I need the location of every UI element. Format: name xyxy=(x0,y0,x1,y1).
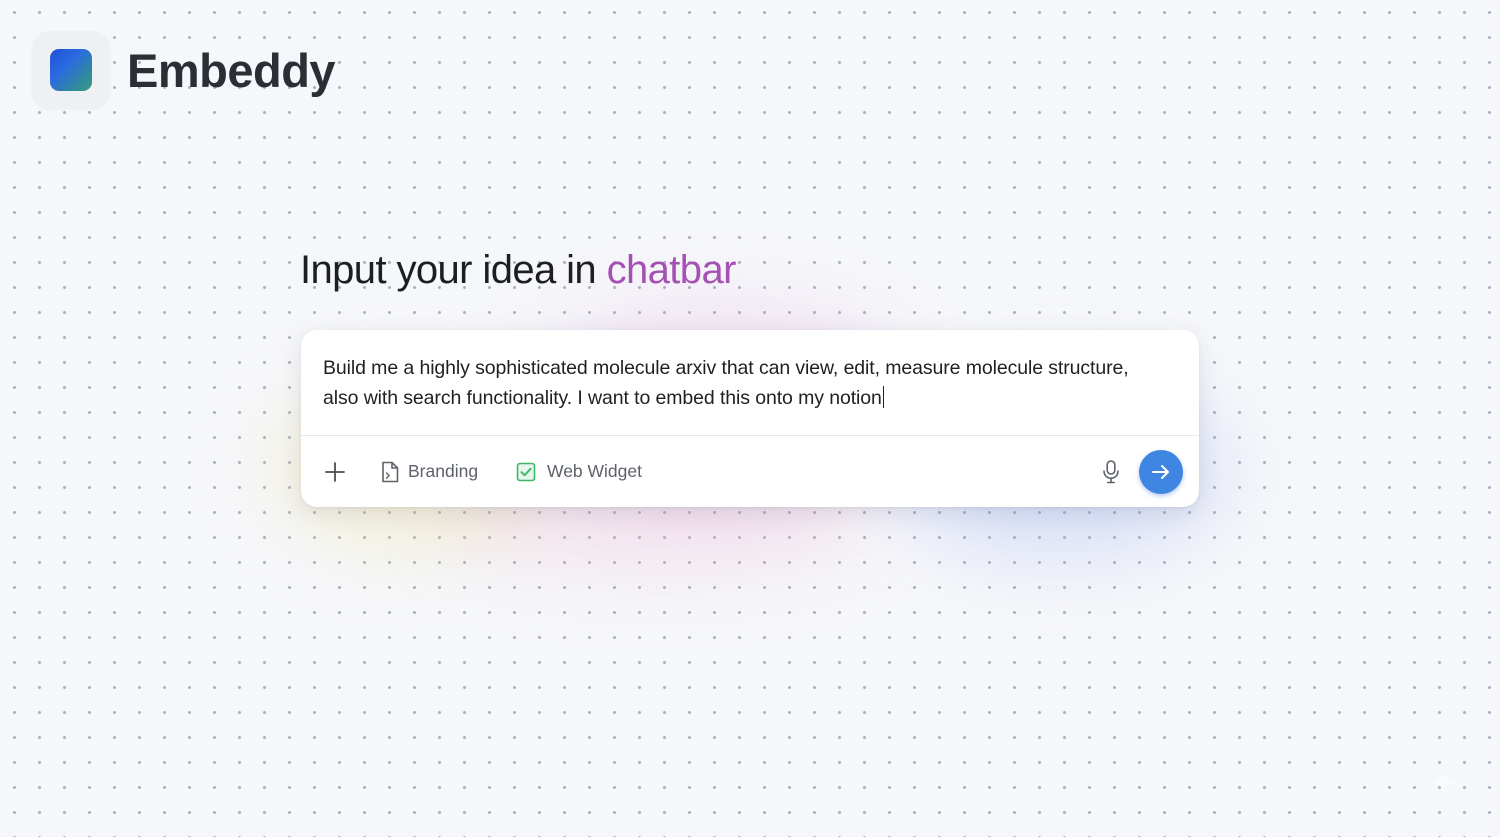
page-headline: Input your idea in chatbar xyxy=(300,248,736,293)
send-button[interactable] xyxy=(1139,450,1183,494)
web-widget-toggle[interactable]: Web Widget xyxy=(516,436,642,507)
checkbox-checked-icon xyxy=(516,462,536,481)
prompt-line-2: also with search functionality. I want t… xyxy=(323,387,882,409)
app-name: Embeddy xyxy=(127,43,336,97)
document-icon xyxy=(382,461,399,482)
branding-button[interactable]: Branding xyxy=(380,436,478,507)
prompt-line-1: Build me a highly sophisticated molecule… xyxy=(323,357,1129,379)
text-caret xyxy=(882,386,885,408)
microphone-button[interactable] xyxy=(1101,436,1121,507)
prompt-input[interactable]: Build me a highly sophisticated molecule… xyxy=(323,353,1183,413)
headline-text: Input your idea in xyxy=(300,248,607,292)
microphone-icon xyxy=(1103,459,1119,483)
arrow-right-icon xyxy=(1152,465,1169,479)
sparkle-icon xyxy=(1430,769,1456,795)
chat-toolbar: Branding Web Widget xyxy=(301,436,1199,507)
headline-accent: chatbar xyxy=(606,248,737,292)
logo-mark-icon xyxy=(50,49,92,91)
add-button[interactable] xyxy=(322,436,348,507)
app-logo[interactable] xyxy=(32,31,110,109)
brand-header: Embeddy xyxy=(32,31,336,109)
plus-icon xyxy=(325,461,345,482)
web-widget-label: Web Widget xyxy=(547,461,642,481)
chat-bar: Build me a highly sophisticated molecule… xyxy=(301,330,1199,507)
branding-label: Branding xyxy=(408,461,479,481)
